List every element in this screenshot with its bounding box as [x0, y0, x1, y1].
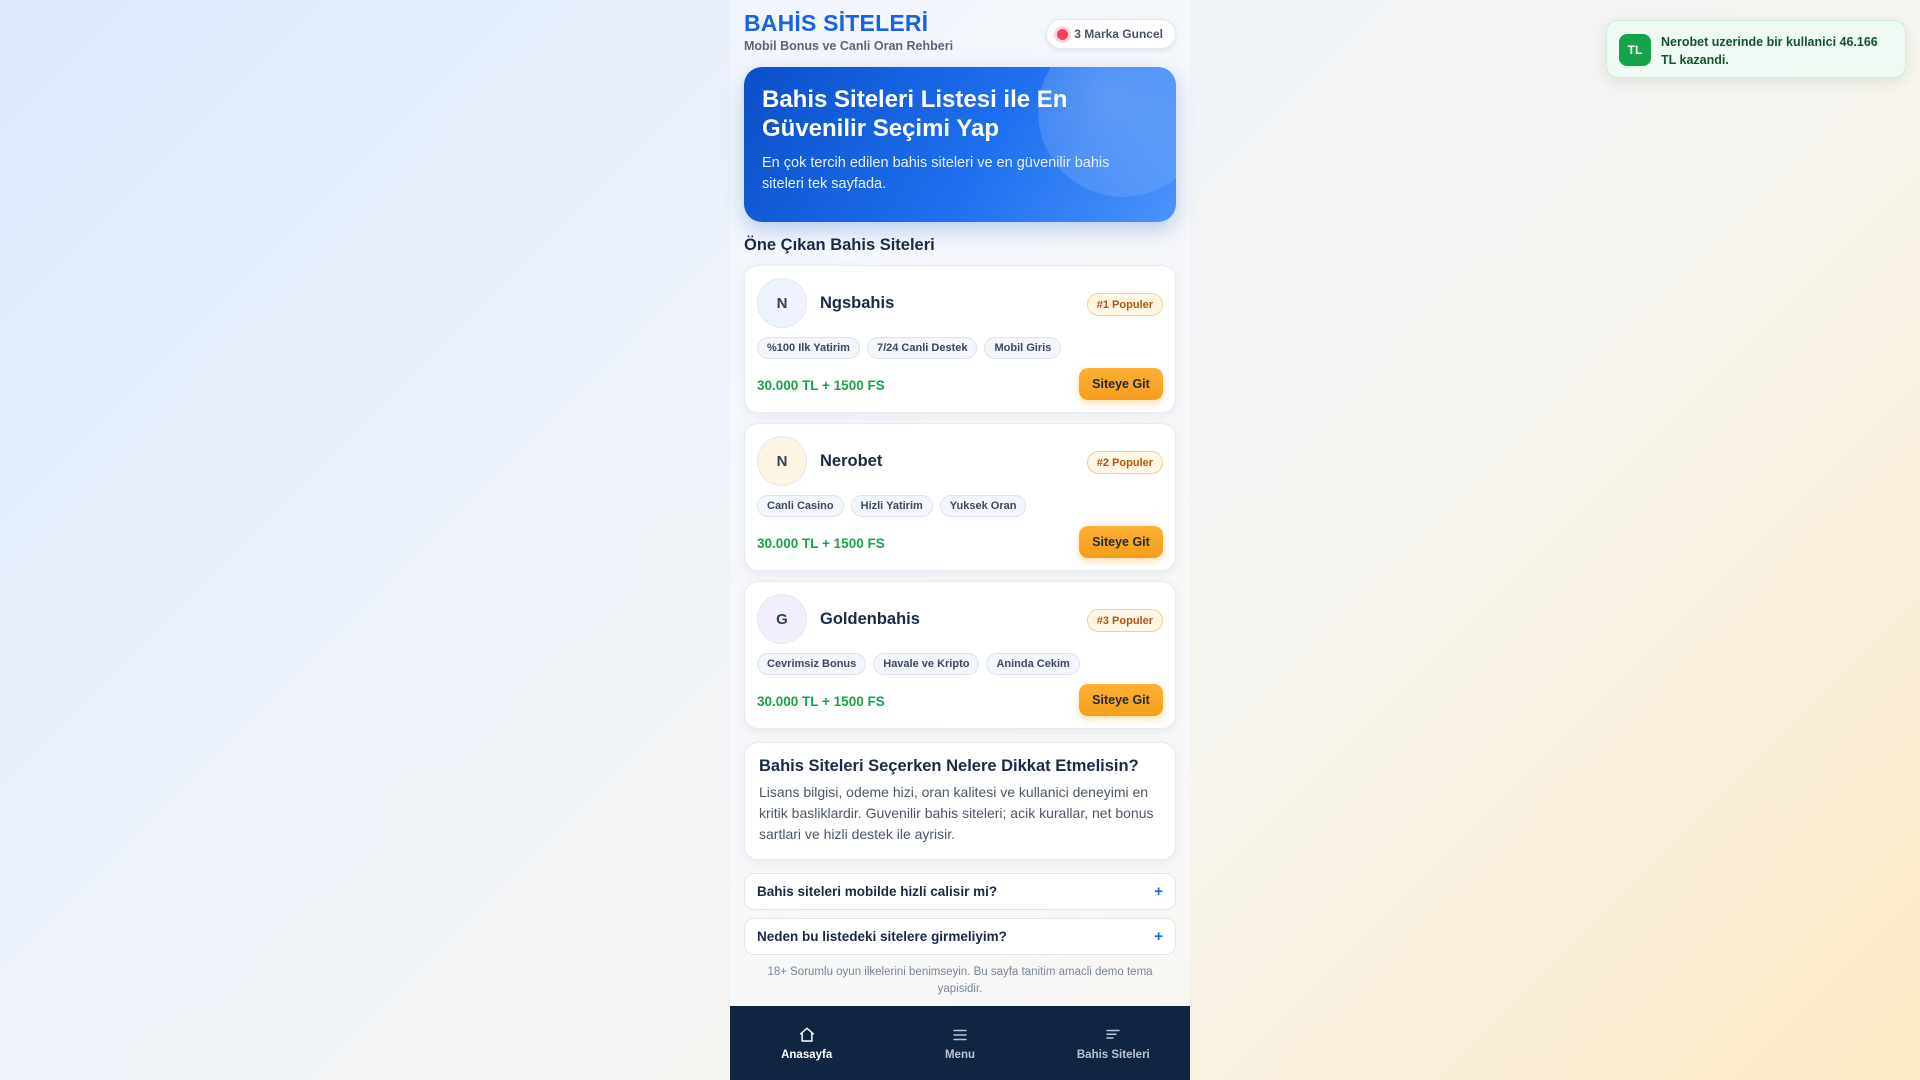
feature-tag: Canli Casino — [757, 495, 844, 517]
info-text: Lisans bilgisi, odeme hizi, oran kalites… — [759, 784, 1154, 842]
feature-tag: Havale ve Kripto — [873, 653, 980, 675]
nav-item-home[interactable]: Anasayfa — [730, 1006, 883, 1080]
faq-question: Neden bu listedeki sitelere girmeliyim? — [757, 929, 1007, 944]
faq-question: Bahis siteleri mobilde hizli calisir mi? — [757, 884, 998, 899]
feature-tag: 7/24 Canli Destek — [866, 337, 978, 359]
visit-site-button[interactable]: Siteye Git — [1079, 526, 1163, 558]
feature-tag: Cevrimsiz Bonus — [757, 653, 867, 675]
menu-icon — [953, 1029, 967, 1040]
rank-badge: #1 Populer — [1086, 293, 1163, 316]
info-card: Bahis Siteleri Seçerken Nelere Dikkat Et… — [744, 742, 1176, 860]
bonus-amount: 30.000 TL + 1500 FS — [757, 694, 885, 709]
feature-tag: Aninda Cekim — [986, 653, 1080, 675]
feature-tag: Mobil Giris — [984, 337, 1062, 359]
nav-label: Anasayfa — [781, 1048, 833, 1061]
faq-item[interactable]: Bahis siteleri mobilde hizli calisir mi?… — [744, 873, 1176, 910]
bonus-amount: 30.000 TL + 1500 FS — [757, 378, 885, 393]
avatar: N — [757, 436, 807, 486]
feature-tags: Cevrimsiz Bonus Havale ve Kripto Aninda … — [757, 653, 1080, 675]
site-card-ngsbahis: N Ngsbahis #1 Populer %100 Ilk Yatirim 7… — [744, 265, 1176, 413]
nav-item-bahis-siteleri[interactable]: Bahis Siteleri — [1037, 1006, 1190, 1080]
feature-tag: Yuksek Oran — [939, 495, 1027, 517]
expand-plus-icon[interactable]: + — [1154, 883, 1163, 900]
site-name: Goldenbahis — [820, 610, 920, 628]
feature-tag: Hizli Yatirim — [850, 495, 933, 517]
list-icon — [1106, 1029, 1121, 1039]
rank-badge: #3 Populer — [1086, 609, 1163, 632]
status-text: 3 Marka Guncel — [1074, 27, 1163, 41]
hero-banner: Bahis Siteleri Listesi ile En Güvenilir … — [744, 67, 1176, 222]
hero-title: Bahis Siteleri Listesi ile En Güvenilir … — [762, 86, 1068, 142]
disclaimer: 18+ Sorumlu oyun ilkelerini benimseyin. … — [767, 966, 1153, 995]
site-card-goldenbahis: G Goldenbahis #3 Populer Cevrimsiz Bonus… — [744, 581, 1176, 729]
currency-icon: TL — [1619, 34, 1651, 66]
win-notification-toast: TL Nerobet uzerinde bir kullanici 46.166… — [1606, 20, 1906, 78]
feature-tag: %100 Ilk Yatirim — [757, 337, 860, 359]
nav-label: Menu — [944, 1048, 975, 1061]
site-name: Ngsbahis — [820, 294, 895, 312]
section-title: Öne Çıkan Bahis Siteleri — [744, 236, 935, 254]
rank-badge: #2 Populer — [1086, 451, 1163, 474]
page-header: BAHİS SİTELERİ Mobil Bonus ve Canli Oran… — [744, 10, 1176, 56]
mobile-page: BAHİS SİTELERİ Mobil Bonus ve Canli Oran… — [730, 0, 1190, 1080]
nav-item-menu[interactable]: Menu — [883, 1006, 1036, 1080]
home-icon — [799, 1027, 814, 1042]
hero-text: En çok tercih edilen bahis siteleri ve e… — [762, 155, 1110, 192]
toast-text: Nerobet uzerinde bir kullanici 46.166 TL… — [1661, 35, 1878, 67]
faq-item[interactable]: Neden bu listedeki sitelere girmeliyim? … — [744, 918, 1176, 955]
visit-site-button[interactable]: Siteye Git — [1079, 684, 1163, 716]
nav-label: Bahis Siteleri — [1076, 1048, 1150, 1061]
feature-tags: Canli Casino Hizli Yatirim Yuksek Oran — [757, 495, 1027, 517]
feature-tags: %100 Ilk Yatirim 7/24 Canli Destek Mobil… — [757, 337, 1062, 359]
info-title: Bahis Siteleri Seçerken Nelere Dikkat Et… — [759, 757, 1139, 775]
visit-site-button[interactable]: Siteye Git — [1079, 368, 1163, 400]
bonus-amount: 30.000 TL + 1500 FS — [757, 536, 885, 551]
site-name: Nerobet — [820, 452, 883, 470]
live-dot-icon — [1057, 28, 1069, 40]
avatar: N — [757, 278, 807, 328]
site-card-nerobet: N Nerobet #2 Populer Canli Casino Hizli … — [744, 423, 1176, 571]
avatar: G — [757, 594, 807, 644]
status-badge: 3 Marka Guncel — [1046, 19, 1176, 49]
bottom-nav: Anasayfa Menu Bahis Siteleri — [730, 1006, 1190, 1080]
expand-plus-icon[interactable]: + — [1154, 928, 1163, 945]
